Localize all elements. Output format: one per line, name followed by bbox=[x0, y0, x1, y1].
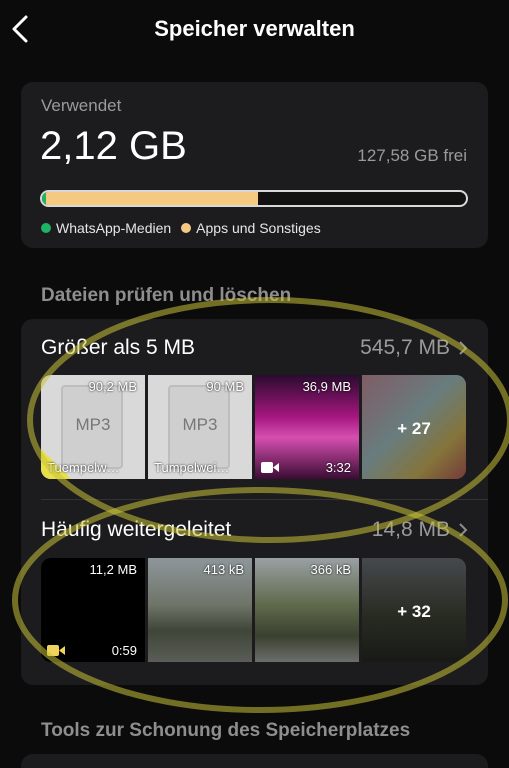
page-title: Speicher verwalten bbox=[154, 16, 355, 41]
file-size: 413 kB bbox=[203, 562, 244, 577]
file-size: 36,9 MB bbox=[302, 379, 351, 394]
storage-bar bbox=[40, 190, 468, 207]
legend-label: WhatsApp-Medien bbox=[56, 220, 172, 236]
more-thumbnail[interactable]: + 27 bbox=[362, 375, 466, 479]
file-name: Tuempelw… bbox=[47, 460, 120, 475]
legend-whatsapp-media: WhatsApp-Medien bbox=[41, 220, 171, 236]
file-size: 366 kB bbox=[310, 562, 351, 577]
legend-apps-other: Apps und Sonstiges bbox=[181, 220, 321, 236]
divider bbox=[41, 499, 488, 500]
file-thumbnail[interactable]: MP3 90 MB Tumpelwei… bbox=[148, 375, 252, 479]
video-thumbnail[interactable]: 36,9 MB 3:32 bbox=[255, 375, 359, 479]
storage-usage-card: Verwendet 2,12 GB 127,58 GB frei WhatsAp… bbox=[21, 82, 488, 248]
section-review-heading: Dateien prüfen und löschen bbox=[41, 285, 292, 306]
video-thumbnail[interactable]: 11,2 MB 0:59 bbox=[41, 558, 145, 662]
file-type-label: MP3 bbox=[75, 415, 111, 434]
file-thumbnail[interactable]: MP3 90,2 MB Tuempelw… bbox=[41, 375, 145, 479]
forwarded-title: Häufig weitergeleitet bbox=[41, 518, 232, 541]
more-thumbnail[interactable]: + 32 bbox=[362, 558, 466, 662]
image-thumbnail[interactable]: 413 kB bbox=[148, 558, 252, 662]
file-size: 90,2 MB bbox=[88, 379, 137, 394]
storage-legend: WhatsApp-Medien Apps und Sonstiges bbox=[41, 220, 331, 236]
frequently-forwarded-row[interactable]: Häufig weitergeleitet 14,8 MB bbox=[41, 515, 468, 545]
forwarded-thumbnails: 11,2 MB 0:59 413 kB 366 kB + 32 bbox=[41, 558, 466, 662]
legend-label: Apps und Sonstiges bbox=[196, 220, 321, 236]
forwarded-total: 14,8 MB bbox=[371, 518, 450, 541]
review-files-card: Größer als 5 MB 545,7 MB MP3 90,2 MB Tue… bbox=[21, 319, 488, 685]
larger-thumbnails: MP3 90,2 MB Tuempelw… MP3 90 MB Tumpelwe… bbox=[41, 375, 466, 479]
file-size: 11,2 MB bbox=[89, 562, 137, 577]
more-count: + 27 bbox=[397, 419, 431, 438]
video-duration: 3:32 bbox=[325, 460, 351, 475]
free-amount: 127,58 GB frei bbox=[357, 146, 467, 165]
chevron-right-icon bbox=[459, 341, 468, 355]
orange-dot-icon bbox=[181, 223, 192, 233]
file-name: Tumpelwei… bbox=[154, 460, 230, 475]
section-tools-heading: Tools zur Schonung des Speicherplatzes bbox=[41, 720, 411, 741]
larger-total: 545,7 MB bbox=[360, 336, 450, 359]
more-count: + 32 bbox=[397, 602, 431, 621]
tools-card bbox=[21, 754, 488, 768]
video-duration: 0:59 bbox=[111, 643, 137, 658]
larger-than-5mb-row[interactable]: Größer als 5 MB 545,7 MB bbox=[41, 333, 468, 363]
header: Speicher verwalten bbox=[0, 0, 509, 60]
file-size: 90 MB bbox=[206, 379, 244, 394]
larger-title: Größer als 5 MB bbox=[41, 336, 196, 359]
used-label: Verwendet bbox=[41, 96, 122, 115]
file-type-label: MP3 bbox=[182, 415, 218, 434]
video-camera-icon bbox=[47, 645, 65, 656]
green-dot-icon bbox=[41, 223, 51, 233]
video-camera-icon bbox=[261, 462, 279, 473]
used-amount: 2,12 GB bbox=[40, 124, 187, 168]
chevron-right-icon bbox=[459, 523, 468, 537]
apps-other-segment bbox=[46, 192, 259, 205]
image-thumbnail[interactable]: 366 kB bbox=[255, 558, 359, 662]
